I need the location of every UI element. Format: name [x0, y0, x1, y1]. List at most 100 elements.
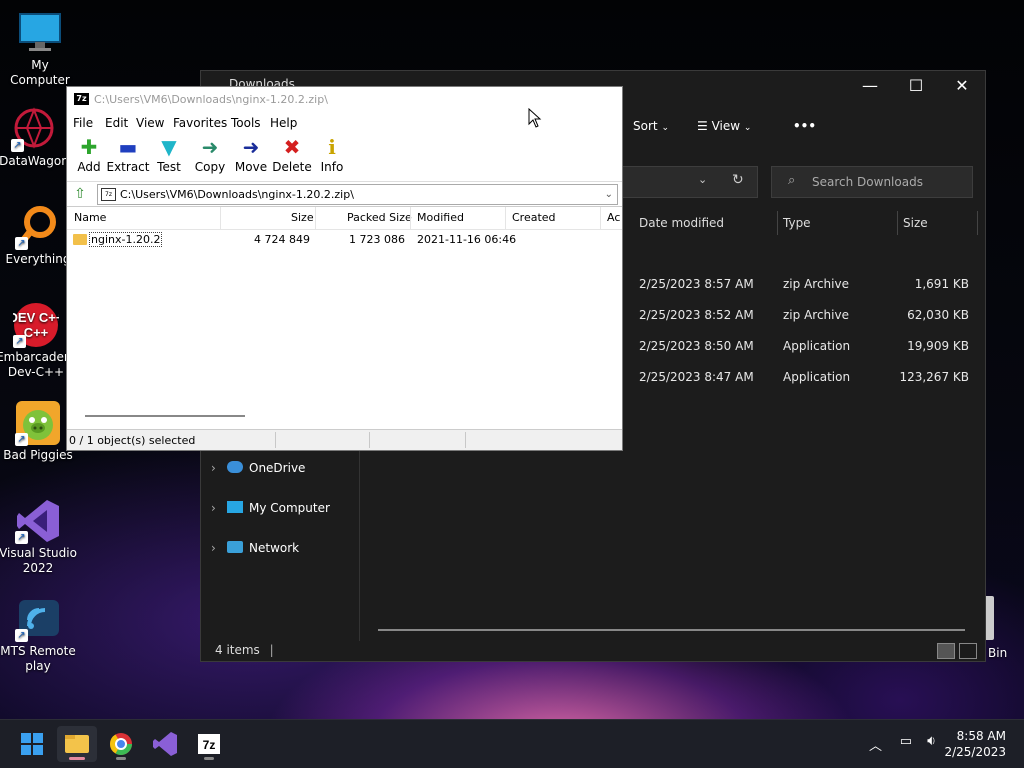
nav-item-my-computer[interactable]: › My Computer: [211, 496, 361, 520]
column-size[interactable]: Size: [903, 216, 928, 230]
desktop-icon-mts-remote[interactable]: ↗ MTS Remote play: [0, 596, 78, 674]
extract-icon: ▬: [118, 135, 138, 159]
7zip-window[interactable]: 7z C:\Users\VM6\Downloads\nginx-1.20.2.z…: [66, 86, 623, 451]
details-view-icon[interactable]: [937, 643, 955, 659]
shortcut-arrow-icon: ↗: [15, 629, 28, 642]
desktop-icon-label-line1: Embarcadero: [0, 350, 76, 364]
column-packed-size[interactable]: Packed Size: [347, 211, 412, 224]
taskbar-chrome[interactable]: [101, 726, 141, 762]
start-button[interactable]: [12, 726, 52, 762]
column-accessed[interactable]: Ac: [607, 211, 620, 224]
search-input[interactable]: Search Downloads: [771, 166, 973, 198]
path-field[interactable]: 7z C:\Users\VM6\Downloads\nginx-1.20.2.z…: [97, 184, 618, 205]
menu-tools[interactable]: Tools: [231, 116, 261, 130]
more-options-button[interactable]: •••: [793, 119, 816, 133]
file-row[interactable]: 2/25/2023 8:52 AM zip Archive 62,030 KB: [631, 300, 985, 330]
item-name: nginx-1.20.2: [89, 232, 163, 247]
test-button[interactable]: ▼ Test: [147, 136, 191, 174]
chevron-right-icon[interactable]: ›: [211, 536, 227, 560]
column-type[interactable]: Type: [783, 216, 811, 230]
column-created[interactable]: Created: [512, 211, 556, 224]
menu-edit[interactable]: Edit: [105, 116, 128, 130]
move-icon: ➜: [242, 135, 260, 159]
svg-text:C++: C++: [24, 325, 49, 340]
archive-icon: 7z: [101, 188, 116, 201]
desktop-icon-visual-studio[interactable]: ↗ Visual Studio 2022: [0, 498, 78, 576]
delete-button[interactable]: ✖ Delete: [270, 136, 314, 174]
shortcut-arrow-icon: ↗: [15, 531, 28, 544]
chevron-down-icon[interactable]: ⌄: [605, 185, 613, 204]
clock[interactable]: 8:58 AM 2/25/2023: [944, 728, 1006, 760]
visual-studio-icon: ↗: [15, 498, 61, 544]
delete-icon: ✖: [283, 135, 301, 159]
desktop-icon-label-line2: play: [25, 659, 51, 673]
desktop-icon-label-line1: Visual Studio: [0, 546, 77, 560]
list-item[interactable]: nginx-1.20.2 4 724 849 1 723 086 2021-11…: [67, 230, 622, 250]
search-icon: ⌕: [788, 173, 796, 188]
desktop-icon-devcpp[interactable]: DEV C++C++ ↗ Embarcadero Dev-C++: [0, 302, 76, 380]
desktop-icon-my-computer[interactable]: My Computer: [0, 10, 80, 88]
extract-button[interactable]: ▬ Extract: [106, 136, 150, 174]
chevron-down-icon[interactable]: ⌄: [698, 173, 707, 186]
maximize-button[interactable]: ☐: [893, 71, 939, 101]
file-size: 62,030 KB: [907, 308, 969, 322]
svg-text:DEV C++: DEV C++: [13, 310, 59, 325]
file-date: 2/25/2023 8:47 AM: [639, 370, 754, 384]
column-size[interactable]: Size: [291, 211, 314, 224]
taskbar-7zip[interactable]: 7z: [189, 726, 229, 762]
info-icon: i: [328, 135, 336, 159]
monitor-icon: [17, 10, 63, 56]
desktop-icon-label-line2: Dev-C++: [7, 365, 65, 379]
horizontal-scrollbar[interactable]: [85, 415, 245, 417]
info-button[interactable]: i Info: [310, 136, 354, 174]
devcpp-icon: DEV C++C++ ↗: [9, 302, 64, 348]
file-type: zip Archive: [783, 277, 849, 291]
copy-icon: ➜: [201, 135, 219, 159]
file-date: 2/25/2023 8:52 AM: [639, 308, 754, 322]
file-row[interactable]: 2/25/2023 8:47 AM Application 123,267 KB: [631, 362, 985, 392]
menu-view[interactable]: View: [136, 116, 164, 130]
chevron-right-icon[interactable]: ›: [211, 496, 227, 520]
nav-item-network[interactable]: › Network: [211, 536, 361, 560]
taskbar-file-explorer[interactable]: [57, 726, 97, 762]
sort-button[interactable]: Sort ⌄: [633, 119, 669, 133]
horizontal-scrollbar[interactable]: [378, 629, 965, 631]
taskbar: 7z ︿ ▭ 🔉︎ 8:58 AM 2/25/2023: [0, 719, 1024, 768]
chevron-up-icon[interactable]: ︿: [869, 735, 882, 754]
column-date-modified[interactable]: Date modified: [639, 216, 724, 230]
test-icon: ▼: [161, 135, 177, 159]
7zip-logo-icon: 7z: [74, 93, 89, 105]
network-status-icon[interactable]: ▭: [900, 734, 912, 749]
file-date: 2/25/2023 8:57 AM: [639, 277, 754, 291]
refresh-icon[interactable]: ↻: [732, 172, 744, 188]
volume-icon[interactable]: 🔉︎: [927, 733, 936, 749]
shortcut-arrow-icon: ↗: [15, 237, 28, 250]
menu-file[interactable]: File: [73, 116, 93, 130]
desktop-icon-label-line2: 2022: [22, 561, 54, 575]
file-type: zip Archive: [783, 308, 849, 322]
menu-help[interactable]: Help: [270, 116, 297, 130]
up-folder-icon[interactable]: ⇧: [71, 185, 89, 203]
desktop-icon-datawagon[interactable]: ↗ DataWagon: [0, 106, 74, 169]
nav-item-onedrive[interactable]: › OneDrive: [211, 456, 361, 480]
file-row[interactable]: 2/25/2023 8:50 AM Application 19,909 KB: [631, 331, 985, 361]
minimize-button[interactable]: —: [847, 71, 893, 101]
column-modified[interactable]: Modified: [417, 211, 464, 224]
close-button[interactable]: ✕: [939, 71, 985, 101]
mouse-cursor-icon: [528, 107, 542, 131]
add-button[interactable]: ✚ Add: [67, 136, 111, 174]
tiles-view-icon[interactable]: [959, 643, 977, 659]
desktop-icon-label: DataWagon: [0, 154, 69, 168]
taskbar-visual-studio[interactable]: [145, 726, 185, 762]
7zip-file-list[interactable]: Name Size Packed Size Modified Created A…: [67, 207, 622, 429]
clock-date: 2/25/2023: [944, 745, 1006, 759]
chevron-right-icon[interactable]: ›: [211, 456, 227, 480]
menu-favorites[interactable]: Favorites: [173, 116, 227, 130]
file-size: 123,267 KB: [899, 370, 969, 384]
move-button[interactable]: ➜ Move: [229, 136, 273, 174]
file-row[interactable]: 2/25/2023 8:57 AM zip Archive 1,691 KB: [631, 269, 985, 299]
view-button[interactable]: ☰ View ⌄: [697, 119, 751, 133]
copy-button[interactable]: ➜ Copy: [188, 136, 232, 174]
column-name[interactable]: Name: [74, 211, 106, 224]
folder-icon: [73, 234, 87, 245]
